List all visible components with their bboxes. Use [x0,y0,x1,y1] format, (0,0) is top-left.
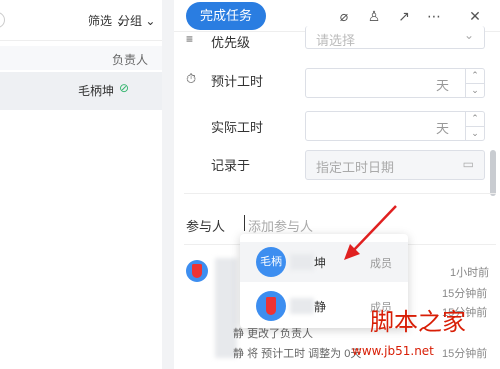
column-assignee: 负责人 [111,53,148,67]
chevron-down-icon: ⌄ [463,28,474,42]
redacted-name [290,298,314,314]
search-box-edge[interactable] [0,12,5,28]
participants-input[interactable]: 添加参与人 [248,216,313,235]
priority-icon: ≡ [186,32,194,46]
timer-icon: ⏱ [186,71,197,86]
record-date-label: 记录于 [211,158,251,173]
row-assignee: 毛柄坤 [78,84,115,98]
attachment-icon[interactable]: ⌀ [336,8,352,24]
estimated-hours-input[interactable]: 天 ⌃ ⌄ [305,68,485,98]
close-icon[interactable]: ✕ [467,8,483,24]
actual-hours-stepper[interactable]: ⌃ ⌄ [465,112,484,140]
section-divider [184,193,496,194]
option-name: 静 [314,300,327,314]
more-icon[interactable]: ⋯ [426,8,442,24]
priority-label: 优先级 [211,35,251,50]
actual-hours-unit: 天 [436,121,450,136]
avatar-figure [192,264,202,278]
chevron-down-icon[interactable]: ⌄ [466,84,484,98]
avatar-figure [266,297,276,315]
estimated-hours-unit: 天 [436,78,450,93]
chevron-down-icon[interactable]: ⌄ [466,127,484,141]
activity-line: 静 将 预计工时 调整为 0天 [233,348,362,360]
redacted-name [290,254,314,270]
activity-time: 1小时前 [450,267,490,279]
stamp-icon[interactable]: ♙ [366,8,382,24]
complete-task-button[interactable]: 完成任务 [186,2,266,30]
check-circle-icon: ⊘ [119,81,130,95]
redacted-area [215,258,237,358]
text-caret [244,215,245,231]
estimated-hours-label: 预计工时 [211,74,264,89]
activity-time: 15分钟前 [442,288,488,300]
actual-hours-input[interactable]: 天 ⌃ ⌄ [305,111,485,141]
watermark-logo: 脚本之家 [370,308,466,336]
priority-select[interactable]: 请选择 ⌄ [305,26,485,49]
chevron-up-icon[interactable]: ⌃ [466,112,484,127]
participants-label: 参与人 [186,219,226,234]
calendar-icon: ▭ [462,157,474,171]
chevron-down-icon: ⌄ [145,14,156,28]
option-name: 坤 [314,256,327,270]
open-external-icon[interactable]: ↗ [396,8,412,24]
activity-time: 15分钟前 [442,348,488,360]
chevron-up-icon[interactable]: ⌃ [466,69,484,84]
table-row[interactable]: 毛柄坤 ⊘ [0,72,162,110]
record-date-input[interactable]: 指定工时日期 ▭ [305,150,485,180]
annotation-arrow [344,205,397,260]
actual-hours-label: 实际工时 [211,120,264,135]
group-button[interactable]: 分组 ⌄ [118,12,155,29]
avatar [256,291,286,321]
watermark-url: www.jb51.net [352,344,434,358]
scrollbar[interactable] [490,150,496,196]
column-header: 负责人 [0,46,162,70]
avatar [186,260,208,282]
estimated-hours-stepper[interactable]: ⌃ ⌄ [465,69,484,97]
task-list-panel: 筛选 ⌄ 分组 ⌄ 负责人 毛柄坤 ⊘ [0,0,162,369]
panel-divider [162,0,174,369]
avatar: 毛柄 [256,247,286,277]
list-header: 筛选 ⌄ 分组 ⌄ [0,0,162,41]
